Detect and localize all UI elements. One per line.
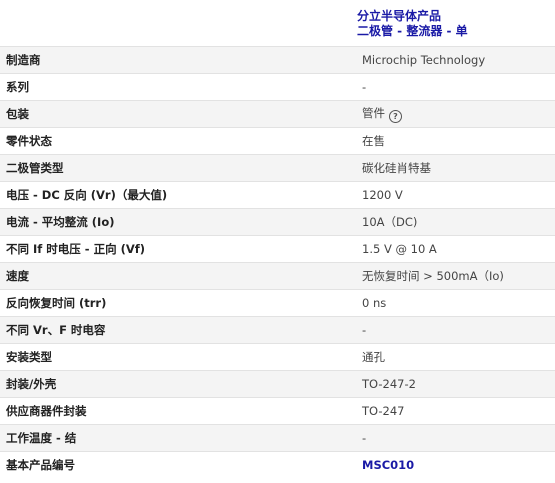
attr-label: 电流 - 平均整流 (Io) [0, 208, 357, 236]
attr-value: 管件 [362, 106, 385, 120]
attr-label: 电压 - DC 反向 (Vr)（最大值) [0, 181, 357, 209]
category-header: 分立半导体产品 二极管 - 整流器 - 单 [0, 0, 555, 46]
table-row: 基本产品编号 MSC010 [0, 451, 555, 478]
base-product-cell: MSC010 [357, 451, 555, 478]
table-row: 包装 管件? [0, 100, 555, 128]
attr-value: 1.5 V @ 10 A [357, 235, 555, 263]
attr-value: TO-247-2 [357, 370, 555, 398]
attr-label: 二极管类型 [0, 154, 357, 182]
table-row: 制造商 Microchip Technology [0, 46, 555, 74]
attr-label: 供应商器件封装 [0, 397, 357, 425]
table-row: 二极管类型 碳化硅肖特基 [0, 154, 555, 182]
attr-label: 零件状态 [0, 127, 357, 155]
table-row: 电流 - 平均整流 (Io) 10A（DC) [0, 208, 555, 236]
attr-value: 碳化硅肖特基 [357, 154, 555, 182]
attr-value: 无恢复时间 > 500mA（Io) [357, 262, 555, 290]
attr-value: TO-247 [357, 397, 555, 425]
table-row: 速度 无恢复时间 > 500mA（Io) [0, 262, 555, 290]
attr-value: 10A（DC) [357, 208, 555, 236]
table-row: 工作温度 - 结 - [0, 424, 555, 452]
category-line-2[interactable]: 二极管 - 整流器 - 单 [357, 24, 468, 39]
attr-label: 包装 [0, 100, 357, 128]
table-row: 安装类型 通孔 [0, 343, 555, 371]
category-breadcrumb[interactable]: 分立半导体产品 二极管 - 整流器 - 单 [357, 9, 468, 39]
attr-label: 系列 [0, 73, 357, 101]
table-row: 系列 - [0, 73, 555, 101]
attr-value: 1200 V [357, 181, 555, 209]
base-product-link[interactable]: MSC010 [362, 458, 414, 472]
product-attributes-panel: 分立半导体产品 二极管 - 整流器 - 单 制造商 Microchip Tech… [0, 0, 555, 483]
attr-value-cell: 管件? [357, 100, 555, 128]
attr-value: 通孔 [357, 343, 555, 371]
attr-value: - [357, 316, 555, 344]
attr-label: 速度 [0, 262, 357, 290]
help-circle-icon[interactable]: ? [389, 110, 402, 123]
attr-label: 安装类型 [0, 343, 357, 371]
table-row: 不同 If 时电压 - 正向 (Vf) 1.5 V @ 10 A [0, 235, 555, 263]
attr-label: 工作温度 - 结 [0, 424, 357, 452]
attr-label: 制造商 [0, 46, 357, 74]
table-row: 不同 Vr、F 时电容 - [0, 316, 555, 344]
table-row: 反向恢复时间 (trr) 0 ns [0, 289, 555, 317]
attr-label: 基本产品编号 [0, 451, 357, 478]
attr-value: 0 ns [357, 289, 555, 317]
table-row: 封装/外壳 TO-247-2 [0, 370, 555, 398]
table-row: 电压 - DC 反向 (Vr)（最大值) 1200 V [0, 181, 555, 209]
attr-label: 不同 If 时电压 - 正向 (Vf) [0, 235, 357, 263]
attr-value: - [357, 73, 555, 101]
attr-label: 不同 Vr、F 时电容 [0, 316, 357, 344]
attr-value: - [357, 424, 555, 452]
attr-value: Microchip Technology [357, 46, 555, 74]
category-line-1[interactable]: 分立半导体产品 [357, 9, 468, 24]
attr-value: 在售 [357, 127, 555, 155]
attr-label: 封装/外壳 [0, 370, 357, 398]
table-row: 零件状态 在售 [0, 127, 555, 155]
attr-label: 反向恢复时间 (trr) [0, 289, 357, 317]
table-row: 供应商器件封装 TO-247 [0, 397, 555, 425]
attributes-table: 制造商 Microchip Technology 系列 - 包装 管件? 零件状… [0, 46, 555, 478]
